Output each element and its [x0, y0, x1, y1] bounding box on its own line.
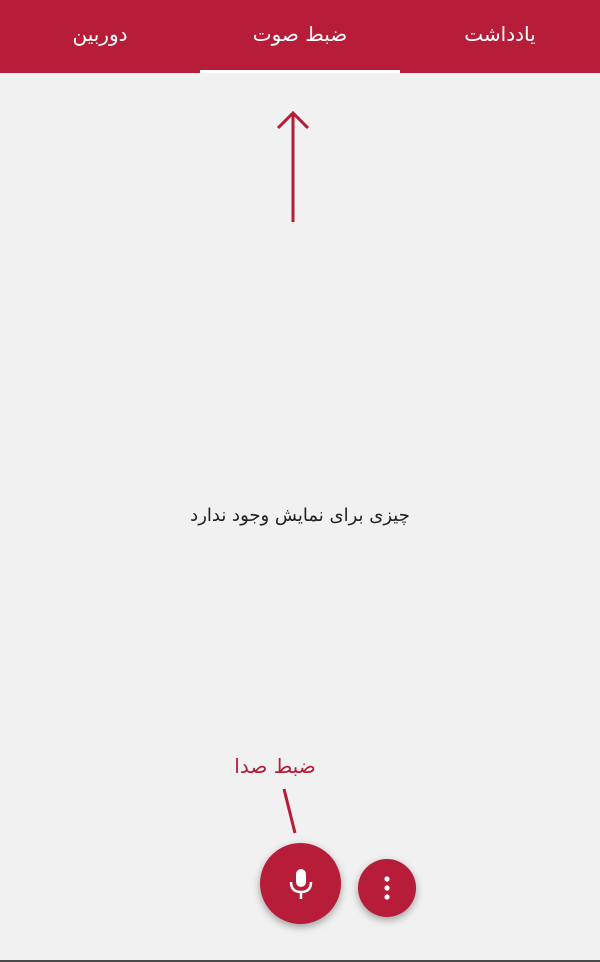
microphone-icon	[289, 868, 312, 899]
empty-state-message: چیزی برای نمایش وجود ندارد	[190, 505, 410, 526]
record-hint-label: ضبط صدا	[234, 754, 316, 778]
tab-selected-indicator	[200, 70, 400, 73]
tab-bar: دوربین ضبط صوت یادداشت	[0, 0, 600, 73]
record-button[interactable]	[260, 843, 341, 924]
tab-notes-label: یادداشت	[464, 21, 536, 46]
more-options-button[interactable]	[358, 859, 416, 917]
more-vertical-icon	[384, 876, 390, 900]
arrow-up-icon	[276, 110, 310, 222]
tab-voice-recording-label: ضبط صوت	[252, 21, 348, 46]
tab-voice-recording[interactable]: ضبط صوت	[200, 0, 400, 73]
hint-pointer-line	[282, 788, 297, 834]
tab-camera[interactable]: دوربین	[0, 0, 200, 73]
tab-notes[interactable]: یادداشت	[400, 0, 600, 73]
tab-camera-label: دوربین	[72, 21, 128, 46]
